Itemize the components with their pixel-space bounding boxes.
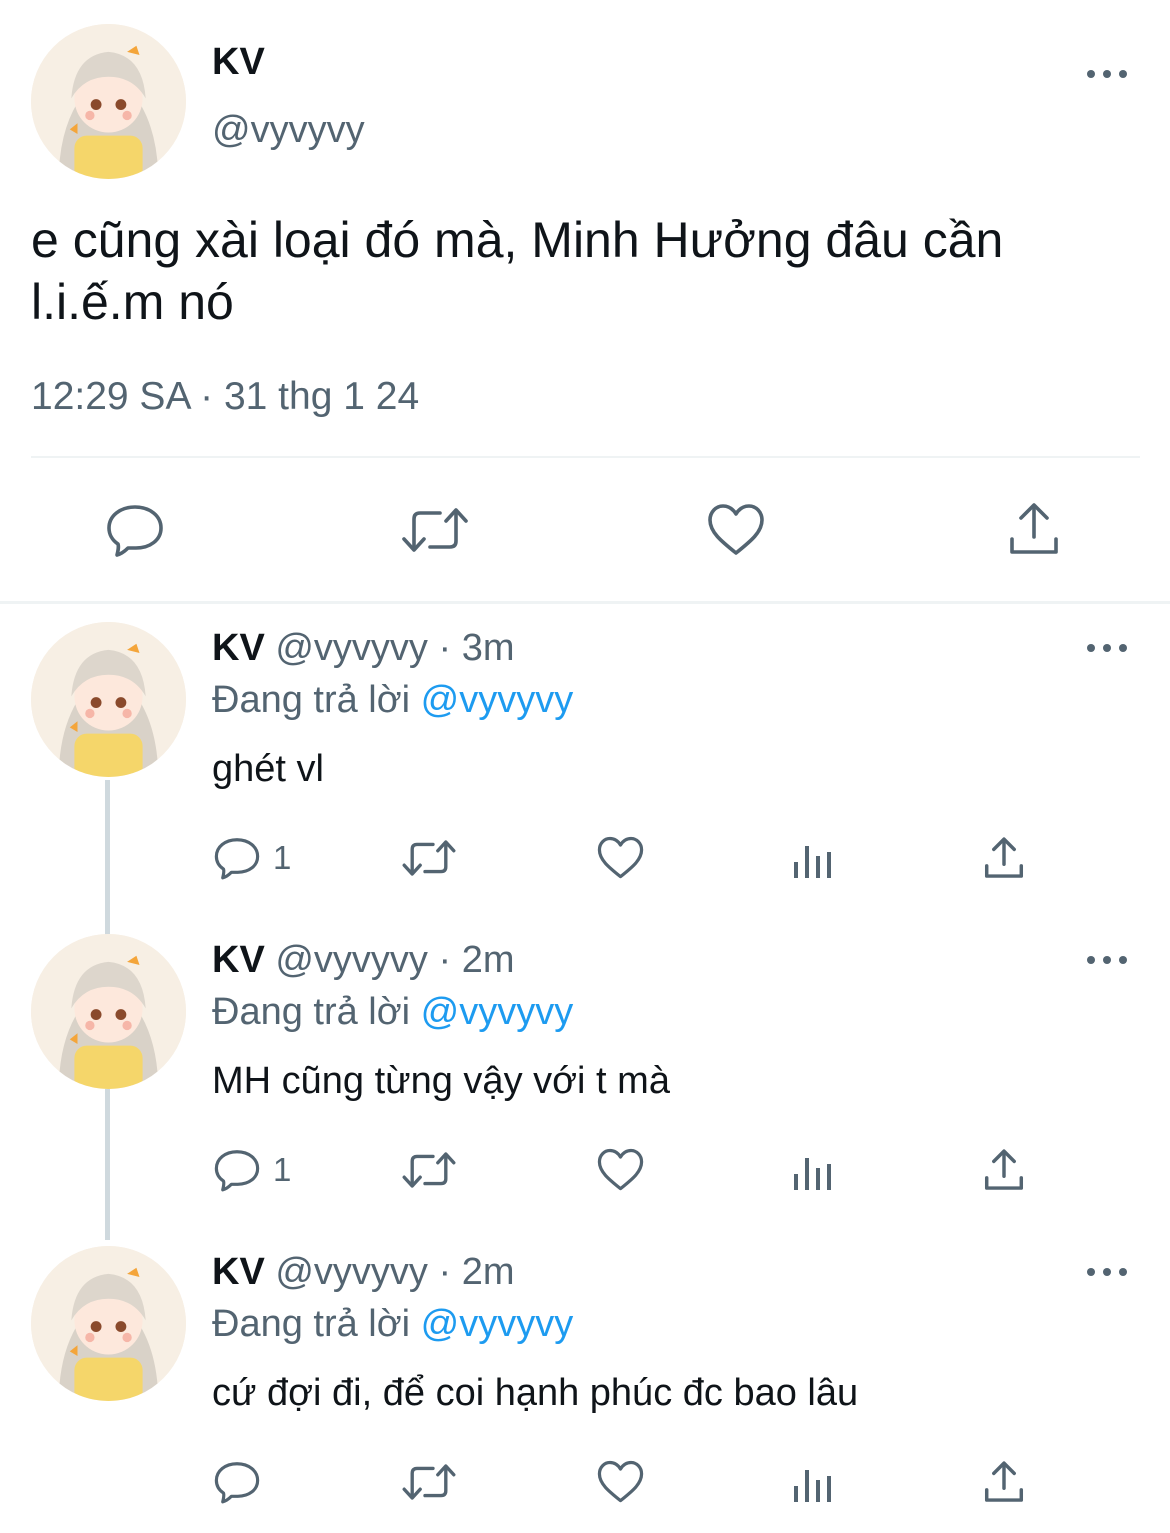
replying-prefix: Đang trả lời [212, 679, 411, 721]
share-icon[interactable] [982, 836, 1026, 880]
views-icon[interactable] [793, 840, 833, 880]
retweet-icon[interactable] [401, 838, 457, 878]
retweet-icon[interactable] [400, 505, 470, 555]
reply-header: KV @vyvyvy · 2m [212, 938, 515, 982]
retweet-icon[interactable] [401, 1150, 457, 1190]
reply-count: 1 [273, 1151, 292, 1188]
handle-time[interactable]: @vyvyvy · 3m [275, 627, 514, 669]
reply-icon[interactable] [106, 503, 164, 557]
more-options-icon[interactable] [1087, 953, 1127, 967]
mention-link[interactable]: @vyvyvy [421, 991, 574, 1033]
mention-link[interactable]: @vyvyvy [421, 1303, 574, 1345]
more-options-icon[interactable] [1087, 1265, 1127, 1279]
replying-to: Đang trả lời @vyvyvy [212, 678, 573, 722]
reply-header: KV @vyvyvy · 2m [212, 1250, 515, 1294]
retweet-icon[interactable] [401, 1462, 457, 1502]
share-icon[interactable] [1006, 501, 1062, 557]
replying-prefix: Đang trả lời [212, 1303, 411, 1345]
display-name[interactable]: KV [212, 939, 265, 981]
mention-link[interactable]: @vyvyvy [421, 679, 574, 721]
tweet-text-line-1: e cũng xài loại đó mà, Minh Hưởng đâu cầ… [31, 212, 1004, 268]
reply-header: KV @vyvyvy · 3m [212, 626, 515, 670]
display-name[interactable]: KV [212, 40, 265, 84]
avatar[interactable] [31, 24, 186, 179]
tweet-text-line-2: l.i.ế.m nó [31, 274, 234, 330]
avatar[interactable] [31, 1246, 186, 1401]
more-options-icon[interactable] [1087, 641, 1127, 655]
views-icon[interactable] [793, 1152, 833, 1192]
replying-to: Đang trả lời @vyvyvy [212, 1302, 573, 1346]
replying-prefix: Đang trả lời [212, 991, 411, 1033]
avatar[interactable] [31, 934, 186, 1089]
like-icon[interactable] [597, 1148, 644, 1192]
avatar[interactable] [31, 622, 186, 777]
section-divider [0, 601, 1170, 604]
views-icon[interactable] [793, 1464, 833, 1504]
replying-to: Đang trả lời @vyvyvy [212, 990, 573, 1034]
more-options-icon[interactable] [1087, 67, 1127, 81]
like-icon[interactable] [707, 503, 765, 557]
reply-text: ghét vl [212, 748, 324, 790]
reply-text: MH cũng từng vậy với t mà [212, 1060, 670, 1102]
reply-text: cứ đợi đi, để coi hạnh phúc đc bao lâu [212, 1372, 859, 1414]
reply-count: 1 [273, 839, 292, 876]
divider [31, 456, 1140, 458]
handle-time[interactable]: @vyvyvy · 2m [275, 939, 514, 981]
reply-icon[interactable] [214, 1460, 260, 1504]
like-icon[interactable] [597, 1460, 644, 1504]
reply-icon[interactable] [214, 836, 260, 880]
display-name[interactable]: KV [212, 627, 265, 669]
like-icon[interactable] [597, 836, 644, 880]
display-name[interactable]: KV [212, 1251, 265, 1293]
handle[interactable]: @vyvyvy [212, 108, 365, 152]
reply-icon[interactable] [214, 1148, 260, 1192]
tweet-timestamp[interactable]: 12:29 SA · 31 thg 1 24 [31, 374, 419, 420]
share-icon[interactable] [982, 1148, 1026, 1192]
handle-time[interactable]: @vyvyvy · 2m [275, 1251, 514, 1293]
share-icon[interactable] [982, 1460, 1026, 1504]
